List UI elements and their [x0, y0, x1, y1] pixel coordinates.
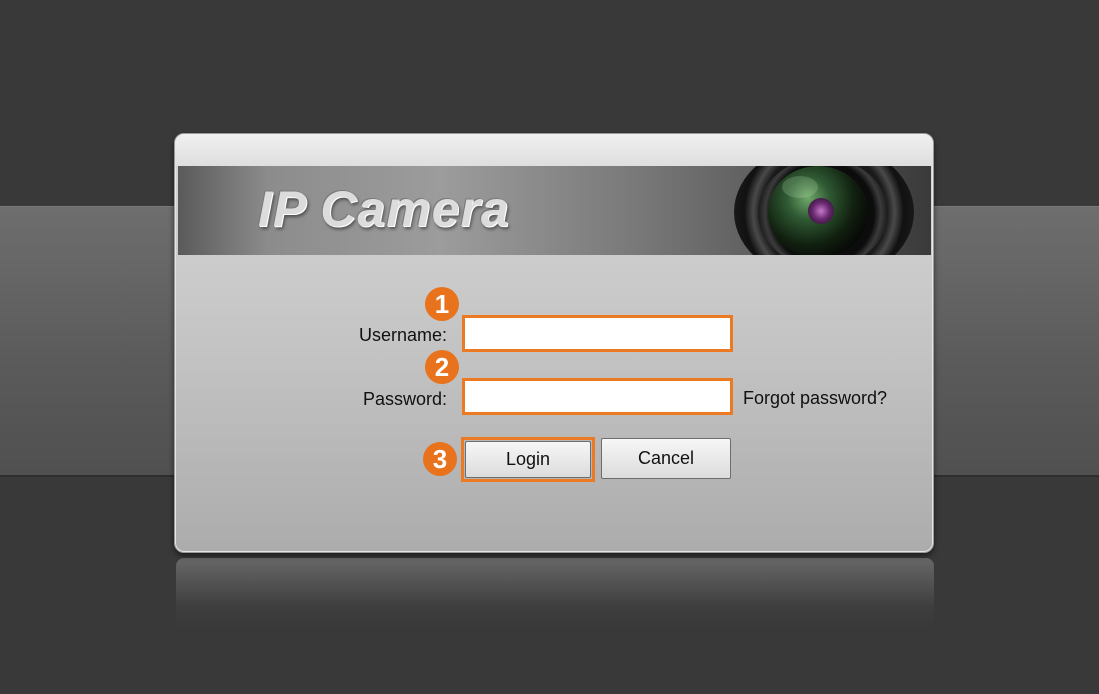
- dialog-reflection: [176, 558, 934, 628]
- step-3-badge: 3: [423, 442, 457, 476]
- camera-lens-center: [808, 198, 834, 224]
- login-button[interactable]: Login: [465, 441, 591, 478]
- step-1-badge: 1: [425, 287, 459, 321]
- password-input[interactable]: [462, 378, 733, 415]
- forgot-password-link[interactable]: Forgot password?: [743, 388, 887, 409]
- banner: IP Camera: [178, 166, 931, 255]
- dialog-top-bar: [175, 134, 933, 166]
- password-label: Password:: [362, 389, 447, 409]
- cancel-button[interactable]: Cancel: [601, 438, 731, 479]
- step-2-badge: 2: [425, 350, 459, 384]
- camera-lens-shine: [782, 176, 818, 198]
- username-label: Username:: [358, 325, 447, 345]
- username-input[interactable]: [462, 315, 733, 352]
- app-title: IP Camera: [258, 181, 510, 237]
